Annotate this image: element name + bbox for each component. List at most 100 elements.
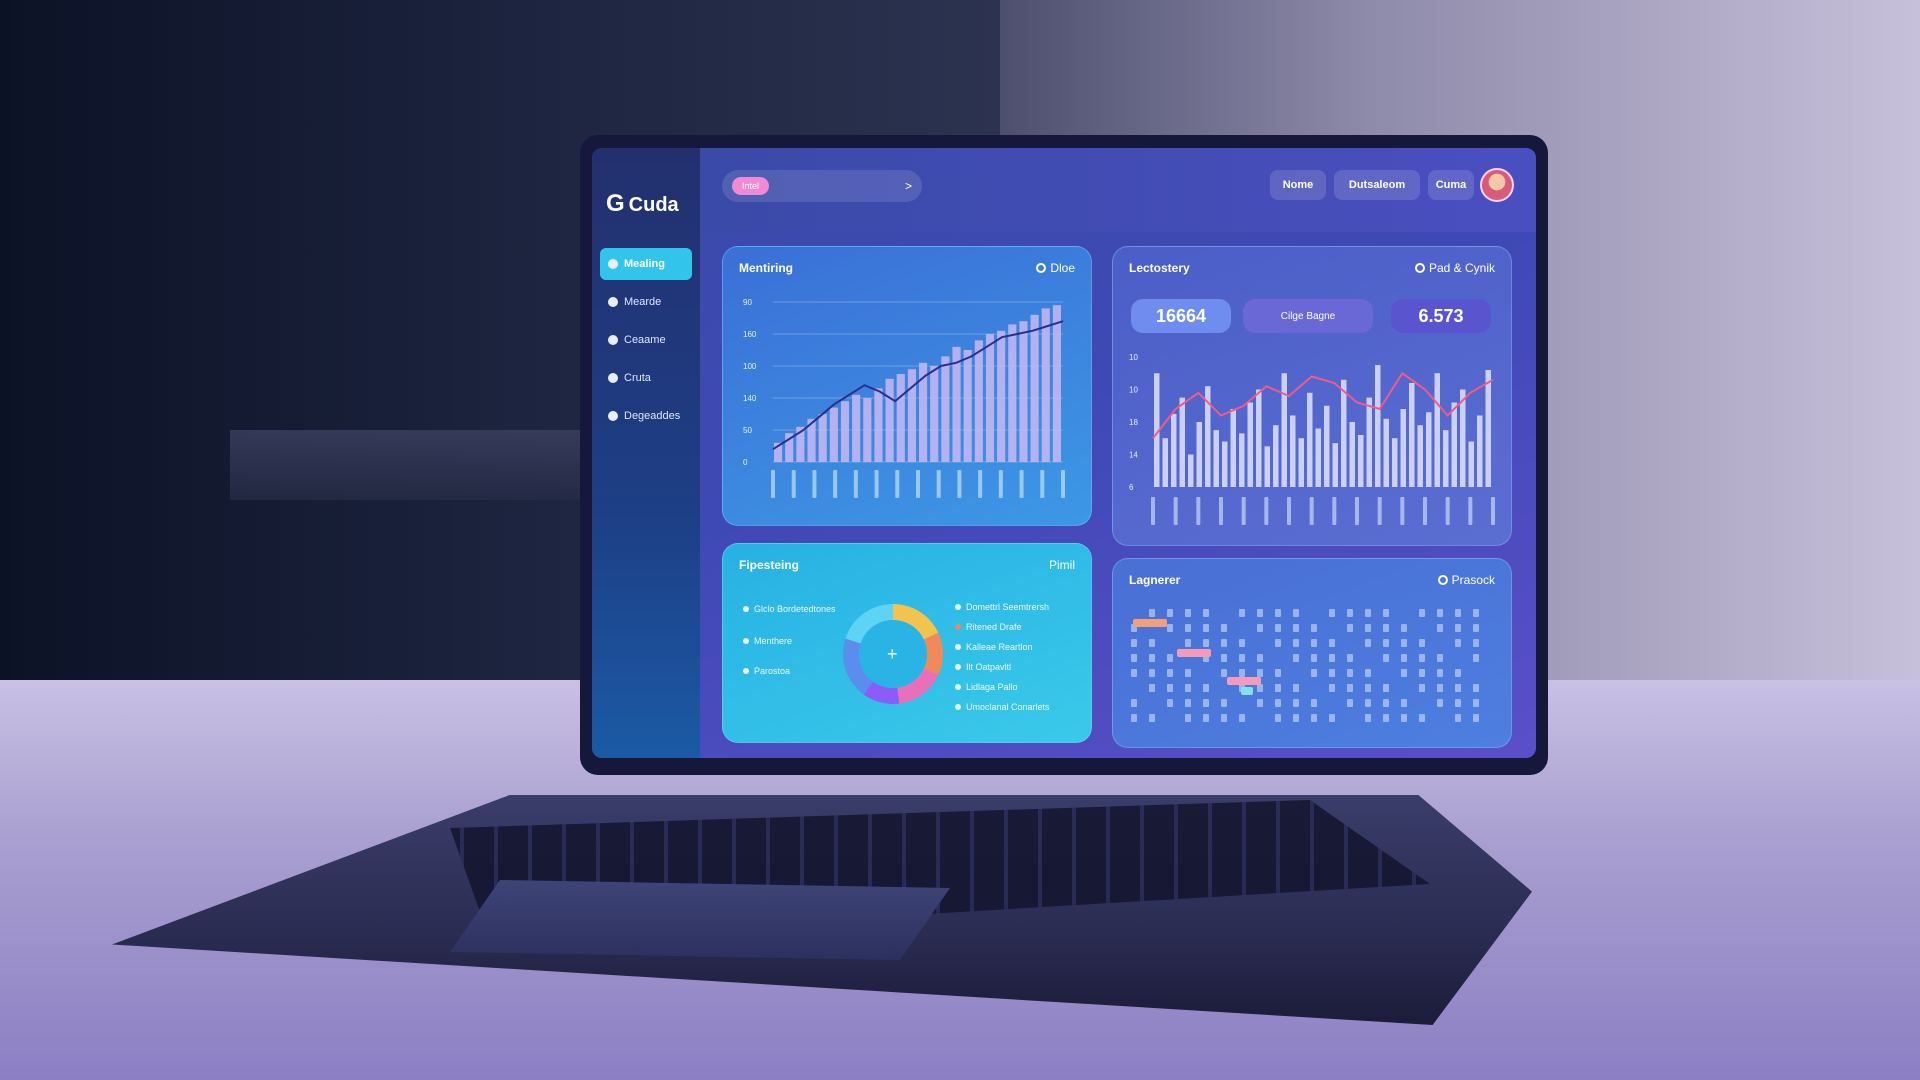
- matrix-card: Lagnerer Prasock: [1112, 558, 1512, 748]
- legend-dot: [743, 606, 749, 612]
- matrix-cell: [1473, 714, 1479, 722]
- matrix-cell: [1329, 639, 1335, 647]
- bar: [1290, 415, 1296, 487]
- matrix-cell: [1311, 654, 1317, 662]
- dashboard-icon: [608, 259, 618, 269]
- search-bar[interactable]: Intel >: [722, 170, 922, 202]
- nav-button-dutsaleom[interactable]: Dutsaleom: [1334, 170, 1420, 200]
- matrix-cell: [1419, 684, 1425, 692]
- sidebar-item-mealing[interactable]: Mealing: [600, 248, 692, 280]
- matrix-cell: [1293, 639, 1299, 647]
- x-tick-label: [1019, 470, 1024, 498]
- search-tag[interactable]: Intel: [732, 177, 770, 195]
- matrix-cell: [1131, 639, 1137, 647]
- donut-card-action[interactable]: Pimil: [1049, 558, 1075, 572]
- bar: [1366, 397, 1372, 487]
- matrix-cell: [1293, 609, 1299, 617]
- sidebar-item-degeaddes[interactable]: Degeaddes: [600, 400, 692, 432]
- matrix-cell: [1365, 714, 1371, 722]
- bar: [885, 378, 894, 462]
- bar: [840, 401, 850, 462]
- y-tick-label: 14: [1129, 451, 1138, 460]
- matrix-cell: [1239, 669, 1245, 677]
- user-avatar[interactable]: [1480, 168, 1514, 202]
- bar: [1256, 389, 1262, 487]
- matrix-cell: [1167, 609, 1173, 617]
- donut-chart: +: [843, 604, 943, 704]
- x-tick-label: [1287, 497, 1291, 525]
- bar: [1307, 392, 1313, 487]
- chevron-right-icon[interactable]: >: [905, 179, 912, 193]
- bar: [1332, 443, 1338, 487]
- matrix-cell: [1347, 684, 1353, 692]
- chat-icon: [608, 297, 618, 307]
- matrix-cell: [1275, 714, 1281, 722]
- bar: [1041, 308, 1050, 462]
- matrix-cell: [1239, 609, 1245, 617]
- matrix-cell: [1311, 639, 1317, 647]
- matrix-cell: [1455, 684, 1461, 692]
- x-tick-label: [1241, 497, 1246, 525]
- matrix-cell: [1149, 669, 1155, 677]
- matrix-cell: [1185, 684, 1191, 692]
- matrix-cell: [1185, 699, 1191, 707]
- matrix-cell: [1203, 624, 1209, 632]
- matrix-cell: [1473, 609, 1479, 617]
- bar: [907, 369, 916, 462]
- matrix-cell: [1473, 654, 1479, 662]
- bar: [1052, 305, 1061, 462]
- nav-button-cuma[interactable]: Cuma: [1428, 170, 1474, 200]
- highlight-bar: [1241, 687, 1253, 695]
- matrix-cell: [1365, 639, 1371, 647]
- bar: [1468, 441, 1474, 487]
- matrix-cell: [1257, 624, 1263, 632]
- matrix-cell: [1221, 639, 1227, 647]
- legend-item: Ilt Oatpavltl: [955, 662, 1011, 672]
- matrix-cell: [1347, 699, 1353, 707]
- sidebar-item-mearde[interactable]: Mearde: [600, 286, 692, 318]
- bar: [1417, 425, 1423, 487]
- matrix-cell: [1419, 714, 1425, 722]
- bar: [985, 334, 995, 462]
- y-tick-label: 18: [1129, 418, 1138, 427]
- sidebar-item-cruta[interactable]: Cruta: [600, 362, 692, 394]
- matrix-cell: [1185, 714, 1191, 722]
- legend-dot: [955, 644, 961, 650]
- y-tick-label: 160: [743, 330, 757, 339]
- matrix-cell: [1383, 654, 1389, 662]
- highlight-bar: [1227, 677, 1261, 685]
- matrix-cell: [1275, 609, 1281, 617]
- matrix-cell: [1167, 654, 1173, 662]
- settings-icon: [608, 373, 618, 383]
- x-tick-label: [1040, 470, 1045, 498]
- legend-dot: [955, 684, 961, 690]
- bar: [1008, 324, 1017, 462]
- matrix-cell: [1365, 624, 1371, 632]
- y-tick-label: 100: [743, 362, 757, 371]
- bar: [1030, 314, 1039, 462]
- bar: [1392, 438, 1398, 487]
- sidebar-item-ceaame[interactable]: Ceaame: [600, 324, 692, 356]
- matrix-cell: [1257, 654, 1263, 662]
- brand-logo[interactable]: G Cuda: [606, 190, 679, 218]
- matrix-cell: [1311, 699, 1317, 707]
- matrix-cell: [1383, 684, 1389, 692]
- legend-item: Umoclanal Conarlets: [955, 702, 1050, 712]
- bar: [941, 356, 950, 462]
- matrix-grid: [1131, 609, 1479, 722]
- x-tick-label: [1219, 497, 1223, 525]
- x-tick-label: [957, 470, 962, 498]
- nav-button-nome[interactable]: Nome: [1270, 170, 1326, 200]
- bar: [1375, 365, 1381, 487]
- x-tick-label: [1491, 497, 1495, 525]
- legend-item: Glclo Bordetedtones: [743, 604, 836, 614]
- matrix-cell: [1347, 624, 1353, 632]
- bar: [1341, 379, 1347, 487]
- matrix-cell: [1383, 639, 1389, 647]
- bar: [974, 340, 983, 462]
- bar: [1179, 397, 1185, 487]
- bar: [818, 414, 827, 462]
- matrix-cell: [1329, 714, 1335, 722]
- info-icon: [608, 411, 618, 421]
- legend-dot: [955, 704, 961, 710]
